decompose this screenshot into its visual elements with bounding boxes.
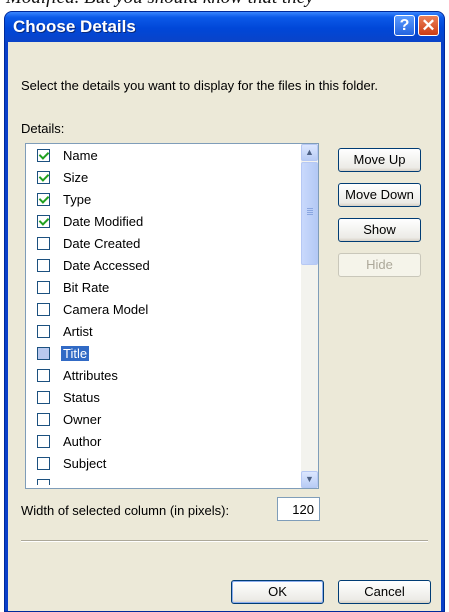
move-down-button[interactable]: Move Down (338, 183, 421, 207)
list-item[interactable]: Owner (26, 409, 301, 431)
item-checkbox[interactable] (37, 303, 50, 316)
details-label: Details: (21, 121, 65, 136)
item-checkbox[interactable] (37, 149, 50, 162)
item-checkbox[interactable] (37, 347, 50, 360)
chevron-up-icon[interactable]: ▲ (301, 144, 318, 161)
list-item[interactable]: Size (26, 167, 301, 189)
item-checkbox[interactable] (37, 193, 50, 206)
description-text: Select the details you want to display f… (21, 78, 378, 93)
column-width-input[interactable]: 120 (277, 497, 320, 521)
list-item[interactable]: Author (26, 431, 301, 453)
show-button[interactable]: Show (338, 218, 421, 242)
item-label: Bit Rate (63, 280, 110, 295)
item-checkbox[interactable] (37, 391, 50, 404)
item-checkbox[interactable] (37, 413, 50, 426)
list-item[interactable]: Date Modified (26, 211, 301, 233)
dialog-title: Choose Details (13, 17, 136, 36)
item-label: Type (63, 192, 92, 207)
list-item[interactable]: Date Accessed (26, 255, 301, 277)
item-checkbox[interactable] (37, 369, 50, 382)
item-checkbox[interactable] (37, 435, 50, 448)
item-label: Name (63, 148, 98, 163)
list-item[interactable]: Type (26, 189, 301, 211)
item-label: Size (63, 170, 89, 185)
item-label: Date Accessed (63, 258, 150, 273)
title-bar[interactable]: Choose Details ? ✕ (5, 12, 444, 42)
item-checkbox[interactable] (37, 325, 50, 338)
separator (21, 540, 428, 542)
list-item[interactable]: Subject (26, 453, 301, 475)
item-label: Attributes (63, 368, 118, 383)
item-checkbox[interactable] (37, 259, 50, 272)
width-label: Width of selected column (in pixels): (21, 503, 230, 518)
list-item[interactable]: Name (26, 145, 301, 167)
item-label: Camera Model (63, 302, 149, 317)
hide-button[interactable]: Hide (338, 253, 421, 277)
choose-details-dialog: Choose Details ? ✕ Select the details yo… (4, 11, 445, 612)
item-label: Date Created (63, 236, 141, 251)
list-item-partial (26, 475, 301, 485)
details-items: Name Size Type Date Modified Date Created Dat… (26, 145, 301, 485)
details-list[interactable]: Name Size Type Date Modified Date Created Dat… (25, 143, 319, 489)
item-checkbox[interactable] (37, 171, 50, 184)
ok-button[interactable]: OK (231, 580, 324, 604)
chevron-down-icon[interactable]: ▼ (301, 471, 318, 488)
grip-icon (307, 208, 313, 209)
cancel-button[interactable]: Cancel (338, 580, 431, 604)
item-checkbox (37, 479, 50, 485)
item-label: Subject (63, 456, 107, 471)
item-checkbox[interactable] (37, 215, 50, 228)
background-document-text: Modified. But you should know that they (0, 0, 449, 9)
item-label: Artist (63, 324, 93, 339)
item-label: Owner (63, 412, 102, 427)
help-icon[interactable]: ? (394, 15, 415, 36)
item-checkbox[interactable] (37, 281, 50, 294)
item-checkbox[interactable] (37, 237, 50, 250)
list-item[interactable]: Artist (26, 321, 301, 343)
item-label: Status (63, 390, 100, 405)
list-item[interactable]: Date Created (26, 233, 301, 255)
scrollbar-thumb[interactable] (301, 162, 318, 265)
item-checkbox[interactable] (37, 457, 50, 470)
item-label: Date Modified (63, 214, 144, 229)
vertical-scrollbar[interactable]: ▲ ▼ (301, 144, 318, 488)
close-icon[interactable]: ✕ (418, 15, 439, 36)
list-item[interactable]: Camera Model (26, 299, 301, 321)
move-up-button[interactable]: Move Up (338, 148, 421, 172)
list-item[interactable]: Title (26, 343, 301, 365)
dialog-body: Select the details you want to display f… (8, 42, 441, 611)
list-item[interactable]: Status (26, 387, 301, 409)
item-label: Title (61, 346, 90, 361)
list-item[interactable]: Bit Rate (26, 277, 301, 299)
list-item[interactable]: Attributes (26, 365, 301, 387)
item-label: Author (63, 434, 102, 449)
